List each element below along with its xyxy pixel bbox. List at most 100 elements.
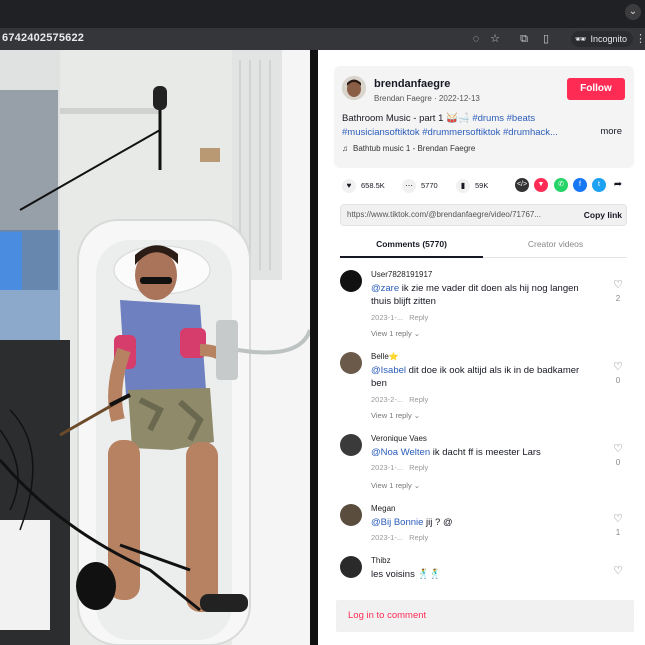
desc-text: Bathroom Music - part 1 🥁🛁 [342, 113, 473, 124]
comment-avatar[interactable] [340, 556, 362, 578]
comment-like[interactable]: ♡ 0 [610, 362, 626, 386]
url-text[interactable]: 6742402575622 [2, 32, 84, 44]
reply-button[interactable]: Reply [409, 533, 428, 542]
view-replies-button[interactable]: View 1 reply ⌄ [371, 481, 420, 490]
comment-tabs: Comments (5770) Creator videos [340, 234, 627, 258]
share-link-box: https://www.tiktok.com/@brendanfaegre/vi… [340, 204, 627, 226]
incognito-icon: 🕶 [575, 34, 587, 44]
twitter-icon[interactable]: t [592, 178, 606, 192]
comment-date: 2023-1-... [371, 313, 404, 322]
sidepanel-icon[interactable]: ▯ [538, 31, 554, 47]
comment-username[interactable]: Veronique Vaes [371, 434, 427, 443]
more-button[interactable]: more [600, 126, 622, 137]
comment-body: ik dacht ff is meester Lars [430, 447, 541, 458]
music-link[interactable]: ♫ Bathtub music 1 - Brendan Faegre [342, 144, 475, 153]
reply-button[interactable]: Reply [409, 463, 428, 472]
extension-icon[interactable]: ⧉ [516, 31, 532, 47]
comment-date: 2023-1-... [371, 463, 404, 472]
music-title: Bathtub music 1 - Brendan Faegre [353, 144, 476, 153]
comment-meta: 2023-1-... Reply [371, 463, 428, 472]
comment-body: jij ? @ [423, 517, 453, 528]
address-bar[interactable]: 6742402575622 ◌ ☆ ⧉ ▯ 🕶 Incognito ⋮ [0, 28, 645, 50]
comment-body: les voisins 🕺🕺 [371, 569, 442, 580]
whatsapp-icon[interactable]: ✆ [554, 178, 568, 192]
comment-like[interactable]: ♡ 1 [610, 514, 626, 538]
tab-comments[interactable]: Comments (5770) [340, 234, 483, 258]
comment-mention[interactable]: @Isabel [371, 365, 406, 376]
hashtag-link[interactable]: #drums [472, 113, 504, 124]
comment-like-count: 0 [615, 458, 621, 467]
author-card: brendanfaegre Brendan Faegre · 2022-12-1… [334, 66, 634, 168]
embed-icon[interactable]: </> [515, 178, 529, 192]
hashtag-link[interactable]: #beats [507, 113, 536, 124]
save-count: 59K [475, 181, 489, 190]
comment-text: @Noa Welten ik dacht ff is meester Lars [371, 446, 593, 459]
copy-link-button[interactable]: Copy link [584, 205, 622, 225]
save-stat[interactable]: ▮ 59K [456, 178, 488, 194]
comment-body: ik zie me vader dit doen als hij nog lan… [371, 283, 579, 307]
incognito-badge[interactable]: 🕶 Incognito [571, 31, 633, 47]
view-replies-button[interactable]: View 1 reply ⌄ [371, 411, 420, 420]
video-description: Bathroom Music - part 1 🥁🛁 #drums #beats… [342, 112, 628, 140]
heart-outline-icon: ♡ [613, 565, 623, 577]
browser-tabstrip: ⌄ [0, 0, 645, 28]
comment-date: 2023-2-... [371, 395, 404, 404]
comment-item: Belle⭐ @Isabel dit doe ik ook altijd als… [340, 352, 630, 422]
side-panel: brendanfaegre Brendan Faegre · 2022-12-1… [318, 50, 645, 645]
heart-outline-icon: ♡ [613, 279, 623, 291]
hashtag-line[interactable]: #musiciansoftiktok #drummersoftiktok #dr… [342, 127, 558, 138]
comment-text: @Isabel dit doe ik ook altijd als ik in … [371, 364, 593, 390]
like-count: 658.5K [361, 181, 385, 190]
comment-avatar[interactable] [340, 352, 362, 374]
comment-text: @zare ik zie me vader dit doen als hij n… [371, 282, 593, 308]
comment-username[interactable]: Megan [371, 504, 395, 513]
send-icon[interactable]: ▼ [534, 178, 548, 192]
chevron-down-icon[interactable]: ⌄ [625, 4, 641, 20]
comment-stat[interactable]: ⋯ 5770 [402, 178, 438, 194]
avatar[interactable] [342, 76, 366, 100]
comment-count: 5770 [421, 181, 438, 190]
video-frame [0, 50, 318, 645]
comment-username[interactable]: User7828191917 [371, 270, 432, 279]
comment-like[interactable]: ♡ [610, 566, 626, 577]
login-to-comment-bar[interactable]: Log in to comment [336, 600, 634, 632]
comment-mention[interactable]: @Noa Welten [371, 447, 430, 458]
share-link-url[interactable]: https://www.tiktok.com/@brendanfaegre/vi… [347, 205, 569, 225]
comment-meta: 2023-1-... Reply [371, 533, 428, 542]
comment-username[interactable]: Belle⭐ [371, 352, 399, 361]
comment-avatar[interactable] [340, 434, 362, 456]
comment-like-count: 2 [615, 294, 621, 303]
tablet-screen [0, 232, 22, 290]
comment-text: les voisins 🕺🕺 [371, 568, 593, 581]
tab-creator-videos[interactable]: Creator videos [484, 234, 627, 258]
star-icon[interactable]: ☆ [487, 31, 503, 47]
menu-dots-icon[interactable]: ⋮ [635, 31, 645, 47]
comment-like[interactable]: ♡ 2 [610, 279, 626, 304]
incognito-label: Incognito [590, 34, 627, 44]
heart-icon: ♥ [342, 179, 356, 194]
comment-like-count: 0 [615, 376, 621, 385]
comment-mention[interactable]: @Bij Bonnie [371, 517, 423, 528]
comment-mention[interactable]: @zare [371, 283, 399, 294]
author-subline: Brendan Faegre · 2022-12-13 [374, 94, 480, 103]
login-to-comment-link[interactable]: Log in to comment [348, 600, 426, 632]
reply-button[interactable]: Reply [409, 313, 428, 322]
eye-off-icon[interactable]: ◌ [468, 31, 484, 47]
facebook-icon[interactable]: f [573, 178, 587, 192]
comment-item: User7828191917 @zare ik zie me vader dit… [340, 270, 630, 340]
comment-like[interactable]: ♡ 0 [610, 444, 626, 468]
author-username[interactable]: brendanfaegre [374, 78, 450, 90]
like-stat[interactable]: ♥ 658.5K [342, 178, 385, 194]
comment-avatar[interactable] [340, 270, 362, 292]
view-replies-button[interactable]: View 1 reply ⌄ [371, 329, 420, 338]
comment-username[interactable]: Thibz [371, 556, 391, 565]
comment-avatar[interactable] [340, 504, 362, 526]
comment-like-count: 1 [615, 528, 621, 537]
music-note-icon: ♫ [342, 144, 348, 153]
share-arrow-icon[interactable]: ➦ [611, 178, 625, 192]
follow-button[interactable]: Follow [567, 78, 625, 100]
video-player[interactable] [0, 50, 318, 645]
comment-text: @Bij Bonnie jij ? @ [371, 516, 593, 529]
reply-button[interactable]: Reply [409, 395, 428, 404]
comment-icon: ⋯ [402, 179, 416, 194]
